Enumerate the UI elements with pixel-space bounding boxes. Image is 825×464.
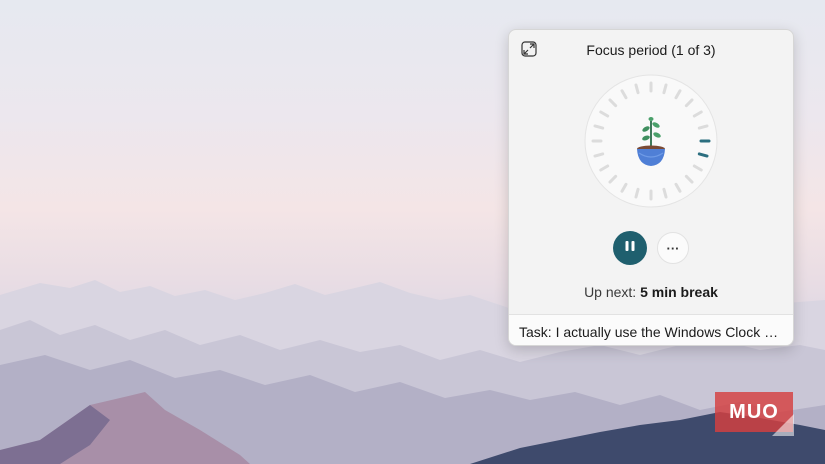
dial-tick: [593, 124, 605, 130]
dial-tick: [662, 187, 668, 199]
dial-tick: [662, 83, 668, 95]
dial-tick: [697, 124, 709, 130]
dial-tick: [634, 83, 640, 95]
pause-icon: [624, 239, 636, 257]
up-next-label: Up next: 5 min break: [509, 284, 793, 300]
up-next-value: 5 min break: [640, 284, 718, 300]
task-link[interactable]: Task: I actually use the Windows Clock a…: [509, 314, 793, 345]
widget-titlebar: Focus period (1 of 3): [509, 30, 793, 70]
more-options-button[interactable]: ···: [657, 232, 689, 264]
logo-corner-mark: [772, 414, 794, 436]
page-title: Focus period (1 of 3): [586, 42, 716, 58]
timer-controls: ···: [613, 231, 693, 265]
dial-tick: [593, 152, 605, 158]
focus-session-widget: Focus period (1 of 3) ··· Up next: 5 min…: [508, 29, 794, 346]
focus-timer-dial: [583, 73, 719, 209]
dial-progress-tick: [697, 152, 709, 158]
up-next-prefix: Up next:: [584, 284, 637, 300]
pause-button[interactable]: [613, 231, 647, 265]
dial-tick: [634, 187, 640, 199]
